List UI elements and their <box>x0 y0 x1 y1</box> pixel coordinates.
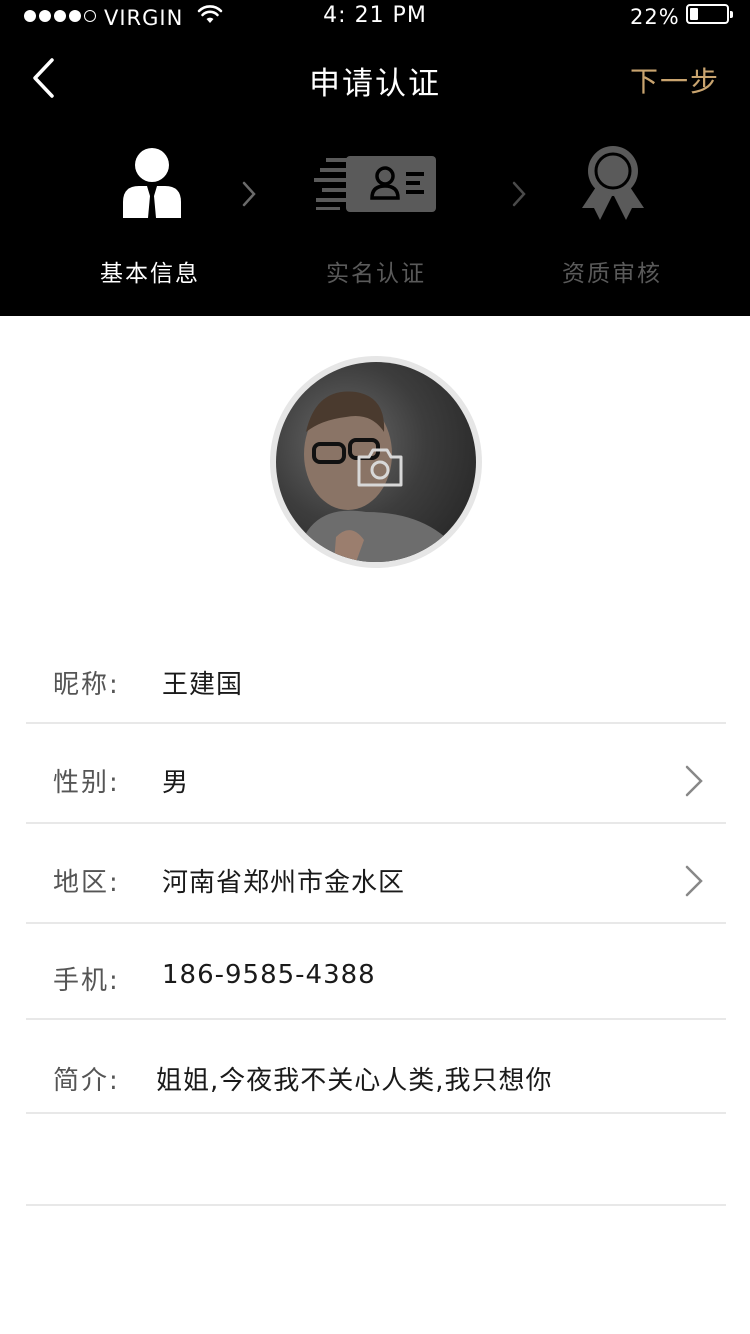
region-value: 河南省郑州市金水区 <box>162 868 406 898</box>
header: VIRGIN 4: 21 PM 22% 申请认证 下一步 基本信息 实名认证 资… <box>0 0 750 316</box>
region-row[interactable]: 地区: 河南省郑州市金水区 <box>26 824 726 924</box>
battery-icon <box>686 4 733 24</box>
back-button[interactable] <box>24 54 68 102</box>
award-ribbon-icon <box>582 146 644 220</box>
region-label: 地区: <box>53 868 120 898</box>
bio-continuation-row[interactable] <box>26 1114 726 1206</box>
phone-row[interactable]: 手机: 186-9585-4388 <box>26 924 726 1020</box>
gender-value: 男 <box>162 768 190 798</box>
next-step-button[interactable]: 下一步 <box>630 60 720 100</box>
step-qualification: 资质审核 <box>562 261 662 287</box>
status-bar: VIRGIN 4: 21 PM 22% <box>0 0 750 36</box>
gender-row[interactable]: 性别: 男 <box>26 724 726 824</box>
chevron-left-icon <box>33 58 54 98</box>
bio-label: 简介: <box>53 1066 120 1096</box>
person-icon <box>123 148 181 218</box>
chevron-right-icon <box>685 865 703 897</box>
bio-row[interactable]: 简介: 姐姐,今夜我不关心人类,我只想你 <box>26 1020 726 1114</box>
gender-label: 性别: <box>53 768 120 798</box>
avatar <box>276 362 476 562</box>
chevron-right-icon <box>685 765 703 797</box>
nickname-value: 王建国 <box>162 670 244 700</box>
step-arrow-icon <box>512 181 526 207</box>
phone-label: 手机: <box>53 966 120 996</box>
avatar-upload[interactable] <box>270 356 482 568</box>
step-basic-info: 基本信息 <box>100 261 200 287</box>
nickname-label: 昵称: <box>53 670 120 700</box>
id-card-icon <box>314 156 436 212</box>
step-arrow-icon <box>242 181 256 207</box>
bio-value: 姐姐,今夜我不关心人类,我只想你 <box>156 1066 553 1096</box>
phone-value: 186-9585-4388 <box>162 960 376 990</box>
nickname-row[interactable]: 昵称: 王建国 <box>26 636 726 724</box>
step-real-name: 实名认证 <box>326 261 426 287</box>
camera-icon <box>357 448 403 487</box>
battery-percentage: 22% <box>630 5 680 29</box>
